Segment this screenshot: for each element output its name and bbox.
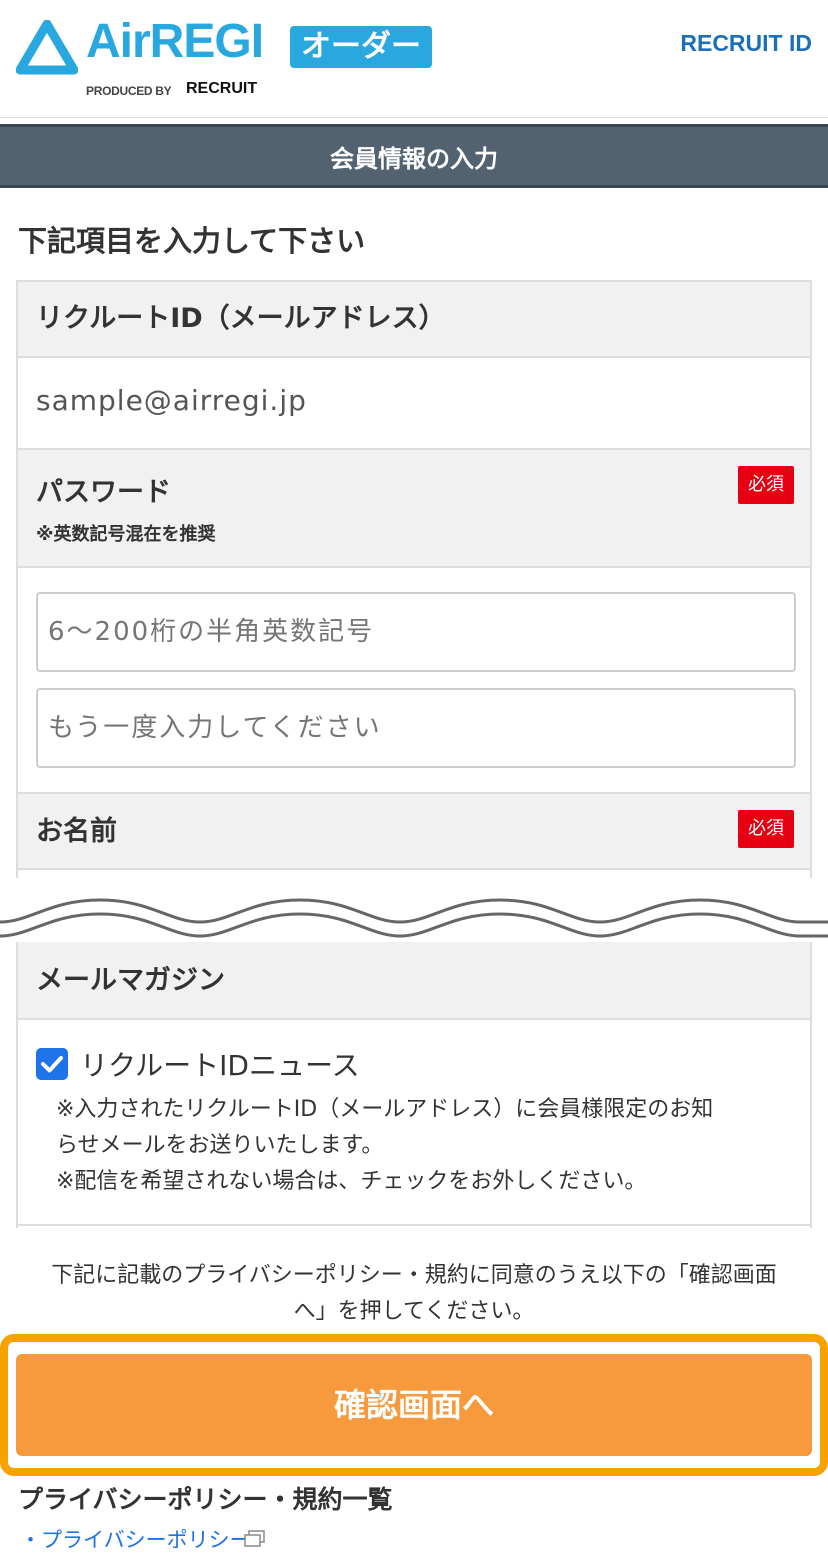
name-label: お名前 (36, 816, 117, 847)
external-window-icon (244, 1530, 265, 1547)
agreement-line-1: 下記に記載のプライバシーポリシー・規約に同意のうえ以下の「確認画面 (51, 1263, 777, 1288)
privacy-policy-link[interactable]: ・プライバシーポリシー (20, 1524, 251, 1554)
recruit-id-news-checkbox[interactable] (36, 1048, 68, 1080)
checkmark-icon (41, 1056, 63, 1073)
app-header: AirREGI オーダー PRODUCED BY RECRUIT RECRUIT… (0, 0, 828, 118)
confirm-screen-button[interactable]: 確認画面へ (16, 1354, 812, 1456)
name-header: お名前 必須 (18, 794, 810, 870)
mail-magazine-note-3: ※配信を希望されない場合は、チェックをお外しください。 (56, 1169, 647, 1194)
recruit-id-label: リクルートID（メールアドレス） (36, 303, 446, 334)
recruit-id-logo: RECRUIT ID (680, 30, 812, 56)
recruit-id-value: sample@airregi.jp (36, 384, 307, 417)
produced-by-text: PRODUCED BY (86, 84, 172, 98)
member-form-lower: メールマガジン リクルートIDニュース ※入力されたリクルートID（メールアドレ… (16, 942, 812, 1228)
airregi-logo-icon (16, 20, 78, 75)
policy-list-title: プライバシーポリシー・規約一覧 (18, 1485, 393, 1514)
recruit-id-body: sample@airregi.jp (18, 358, 810, 450)
page-title: 会員情報の入力 (0, 124, 828, 188)
agreement-text: 下記に記載のプライバシーポリシー・規約に同意のうえ以下の「確認画面 へ」を押して… (16, 1258, 812, 1330)
content-break-divider (0, 878, 828, 944)
mail-magazine-note-1: ※入力されたリクルートID（メールアドレス）に会員様限定のお知 (56, 1097, 714, 1122)
password-input[interactable] (36, 592, 796, 672)
mail-magazine-header: メールマガジン (18, 942, 810, 1020)
password-label: パスワード (36, 477, 171, 508)
agreement-line-2: へ」を押してください。 (293, 1299, 535, 1324)
password-header: パスワード ※英数記号混在を推奨 必須 (18, 450, 810, 568)
password-note: ※英数記号混在を推奨 (36, 524, 216, 545)
mail-magazine-body: リクルートIDニュース ※入力されたリクルートID（メールアドレス）に会員様限定… (18, 1020, 810, 1226)
member-form: リクルートID（メールアドレス） sample@airregi.jp パスワード… (16, 280, 812, 954)
order-badge: オーダー (290, 26, 432, 68)
password-required-badge: 必須 (738, 466, 794, 504)
recruit-brand-logo: RECRUIT (186, 80, 258, 97)
airregi-logo-text: AirREGI (86, 15, 264, 68)
password-confirm-input[interactable] (36, 688, 796, 768)
confirm-button-highlight: 確認画面へ (0, 1334, 828, 1476)
recruit-id-news-label[interactable]: リクルートIDニュース (80, 1044, 360, 1084)
mail-magazine-note-2: らせメールをお送りいたします。 (56, 1133, 384, 1158)
recruit-id-header: リクルートID（メールアドレス） (18, 282, 810, 358)
password-body (18, 568, 810, 794)
name-required-badge: 必須 (738, 810, 794, 848)
intro-heading: 下記項目を入力して下さい (18, 224, 366, 258)
mail-magazine-label: メールマガジン (36, 965, 225, 996)
